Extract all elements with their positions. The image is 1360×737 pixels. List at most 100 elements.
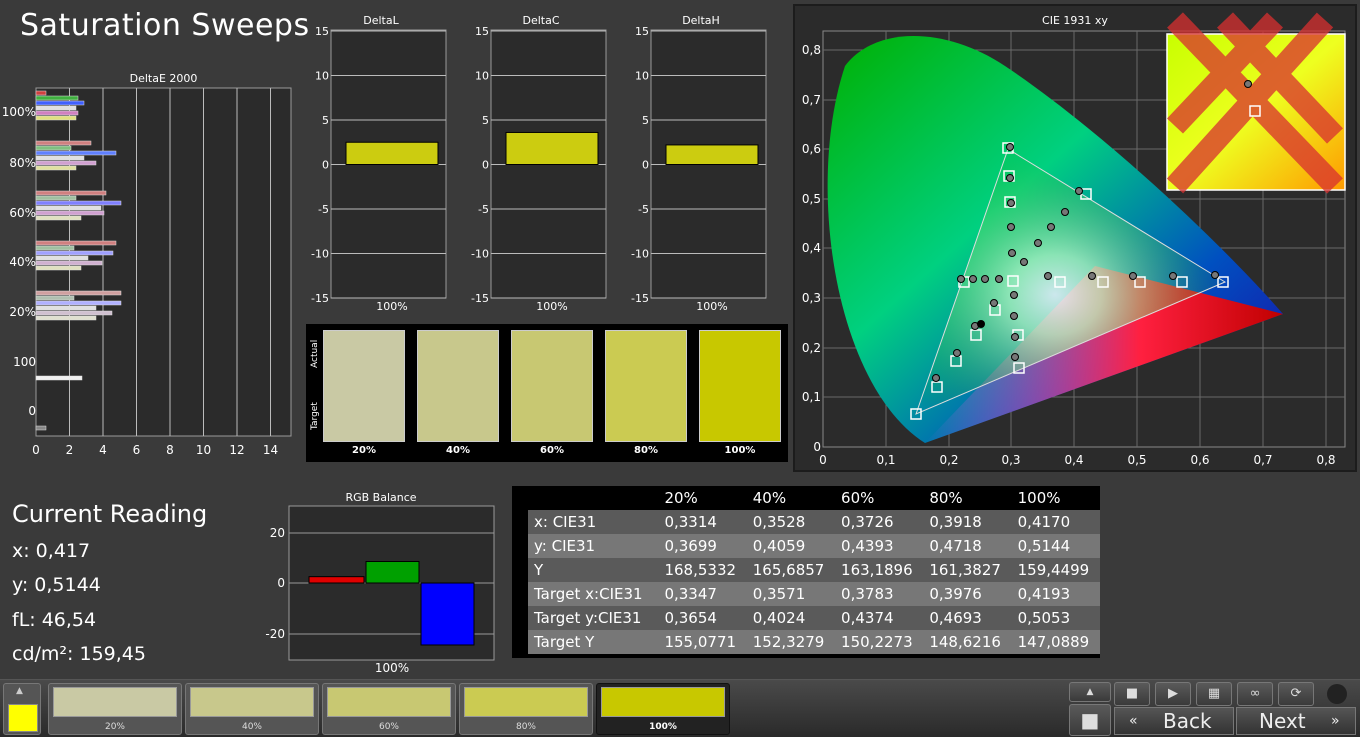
table-header-cell: 80% — [929, 489, 963, 507]
table-header-cell — [528, 486, 658, 510]
cie-xtick: 0,5 — [1127, 453, 1146, 467]
table-cell: 0,4693 — [929, 609, 982, 627]
table-cell: 168,5332 — [664, 561, 737, 579]
deltae-xtick: 4 — [99, 443, 107, 457]
delta-category: 100% — [696, 300, 727, 313]
delta-ytick: -5 — [318, 203, 329, 216]
film-icon[interactable]: ▦ — [1196, 682, 1232, 706]
table-cell: 0,3654 — [664, 609, 717, 627]
record-stop-icon[interactable]: ■ — [1114, 682, 1150, 706]
table-cell: 0,3528 — [752, 513, 806, 531]
cie-xtick: 0,4 — [1064, 453, 1083, 467]
table-row: x: CIE31 0,3314 0,3528 0,3726 0,3918 0,4170 — [528, 510, 1100, 534]
cie-xtick: 0,8 — [1316, 453, 1335, 467]
delta-chart-title: DeltaL — [363, 14, 399, 27]
target-label: Target — [310, 402, 320, 430]
delta-ytick: -10 — [311, 248, 329, 261]
chevron-up-icon[interactable]: ▲ — [16, 686, 23, 696]
rgb-ytick: 0 — [277, 576, 285, 590]
target-swatch — [324, 386, 404, 441]
measurement-table: 20% 40% 60% 80% 100% x: CIE31 0,3314 0,3528 0,37… — [512, 486, 1100, 658]
cie-xtick: 0,7 — [1253, 453, 1272, 467]
cie-ytick: 0,8 — [802, 43, 821, 57]
deltae-ylabel: 20% — [9, 305, 36, 319]
chevron-left-icon: « — [1129, 713, 1138, 729]
patch-tile[interactable]: 60% — [322, 683, 456, 735]
delta-bar — [345, 141, 439, 165]
table-header-cell: 60% — [841, 489, 875, 507]
deltae-ylabel: 60% — [9, 206, 36, 220]
deltae-xtick: 12 — [229, 443, 244, 457]
reading-cdm2: cd/m²: 159,45 — [12, 643, 146, 665]
deltae-ylabel: 0 — [28, 404, 36, 418]
delta-ytick: 5 — [322, 114, 329, 127]
cie-ytick: 0,3 — [802, 291, 821, 305]
deltae-ylabel: 100% — [2, 105, 36, 119]
table-cell: Target y:CIE31 — [534, 609, 642, 627]
cie-chart-title: CIE 1931 xy — [1042, 14, 1108, 27]
status-dot-icon — [1327, 684, 1347, 704]
cie-ytick: 0,1 — [802, 390, 821, 404]
actual-swatch — [700, 331, 780, 386]
delta-ytick: 5 — [482, 114, 489, 127]
loop-icon[interactable]: ∞ — [1237, 682, 1273, 706]
table-cell: 0,5053 — [1017, 609, 1071, 627]
delta-category: 100% — [376, 300, 407, 313]
patch-tile[interactable]: 20% — [48, 683, 182, 735]
delta-ytick: -5 — [478, 203, 489, 216]
deltae-xtick: 8 — [166, 443, 174, 457]
page-title: Saturation Sweeps — [20, 8, 310, 43]
back-label: Back — [1163, 709, 1212, 733]
stop-button[interactable]: ■ — [1069, 704, 1111, 736]
delta-bar — [505, 131, 599, 165]
deltae-xtick: 10 — [196, 443, 211, 457]
table-cell: 0,4374 — [841, 609, 894, 627]
back-button[interactable]: « Back — [1114, 707, 1234, 735]
table-header-cell: 20% — [664, 489, 698, 507]
table-cell: 0,3726 — [841, 513, 894, 531]
stop-square-icon[interactable]: ▲ — [1069, 682, 1111, 702]
next-button[interactable]: Next » — [1236, 707, 1356, 735]
cie-xtick: 0,3 — [1001, 453, 1020, 467]
table-cell: Y — [534, 561, 544, 579]
cie-ytick: 0,7 — [802, 93, 821, 107]
delta-chart-title: DeltaC — [522, 14, 559, 27]
cie-chart: 0 0,1 0,2 0,3 0,4 0,5 0,6 0,7 0,8 0 0,1 … — [793, 4, 1357, 472]
delta-ytick: 0 — [482, 159, 489, 172]
table-row: Target Y 155,0771 152,3279 150,2273 148,6216… — [528, 630, 1100, 654]
actual-swatch — [418, 331, 498, 386]
delta-ytick: 15 — [315, 25, 329, 38]
table-cell: 0,3783 — [841, 585, 894, 603]
rgb-ytick: -20 — [265, 627, 285, 641]
table-cell: 163,1896 — [841, 561, 913, 579]
play-icon[interactable]: ▶ — [1155, 682, 1191, 706]
refresh-icon[interactable]: ⟳ — [1278, 682, 1314, 706]
delta-ytick: -15 — [311, 292, 329, 305]
target-swatch — [512, 386, 592, 441]
table-cell: 0,4059 — [752, 537, 806, 555]
patch-tile[interactable]: 40% — [185, 683, 319, 735]
deltae-chart: DeltaE 2000 100% 80% 60% 40% 20% 100 0 0… — [0, 70, 300, 460]
current-color-tile[interactable]: ▲ — [3, 683, 41, 735]
reading-fl: fL: 46,54 — [12, 609, 97, 631]
patch-tile[interactable]: 100% — [596, 683, 730, 735]
actual-label: Actual — [310, 339, 320, 368]
color-swatch — [323, 330, 405, 442]
deltae-ylabel: 100 — [13, 355, 36, 369]
delta-ytick: 10 — [315, 70, 329, 83]
table-cell: 0,4193 — [1017, 585, 1071, 603]
patch-tile-label: 60% — [378, 722, 399, 732]
patch-tile-label: 100% — [649, 722, 677, 732]
table-cell: 0,4718 — [929, 537, 982, 555]
green-balance-bar — [365, 560, 420, 584]
table-cell: 148,6216 — [929, 633, 1001, 651]
swatch-panel: Actual Target 20% 40% 60% 80% 100% — [306, 324, 788, 462]
table-header-cell: 100% — [1017, 489, 1061, 507]
target-swatch — [606, 386, 686, 441]
patch-tile[interactable]: 80% — [459, 683, 593, 735]
reading-x: x: 0,417 — [12, 540, 91, 562]
deltae-xtick: 14 — [263, 443, 278, 457]
cie-ytick: 0 — [813, 440, 821, 454]
delta-ytick: -15 — [631, 292, 649, 305]
deltae-ylabel: 40% — [9, 255, 36, 269]
